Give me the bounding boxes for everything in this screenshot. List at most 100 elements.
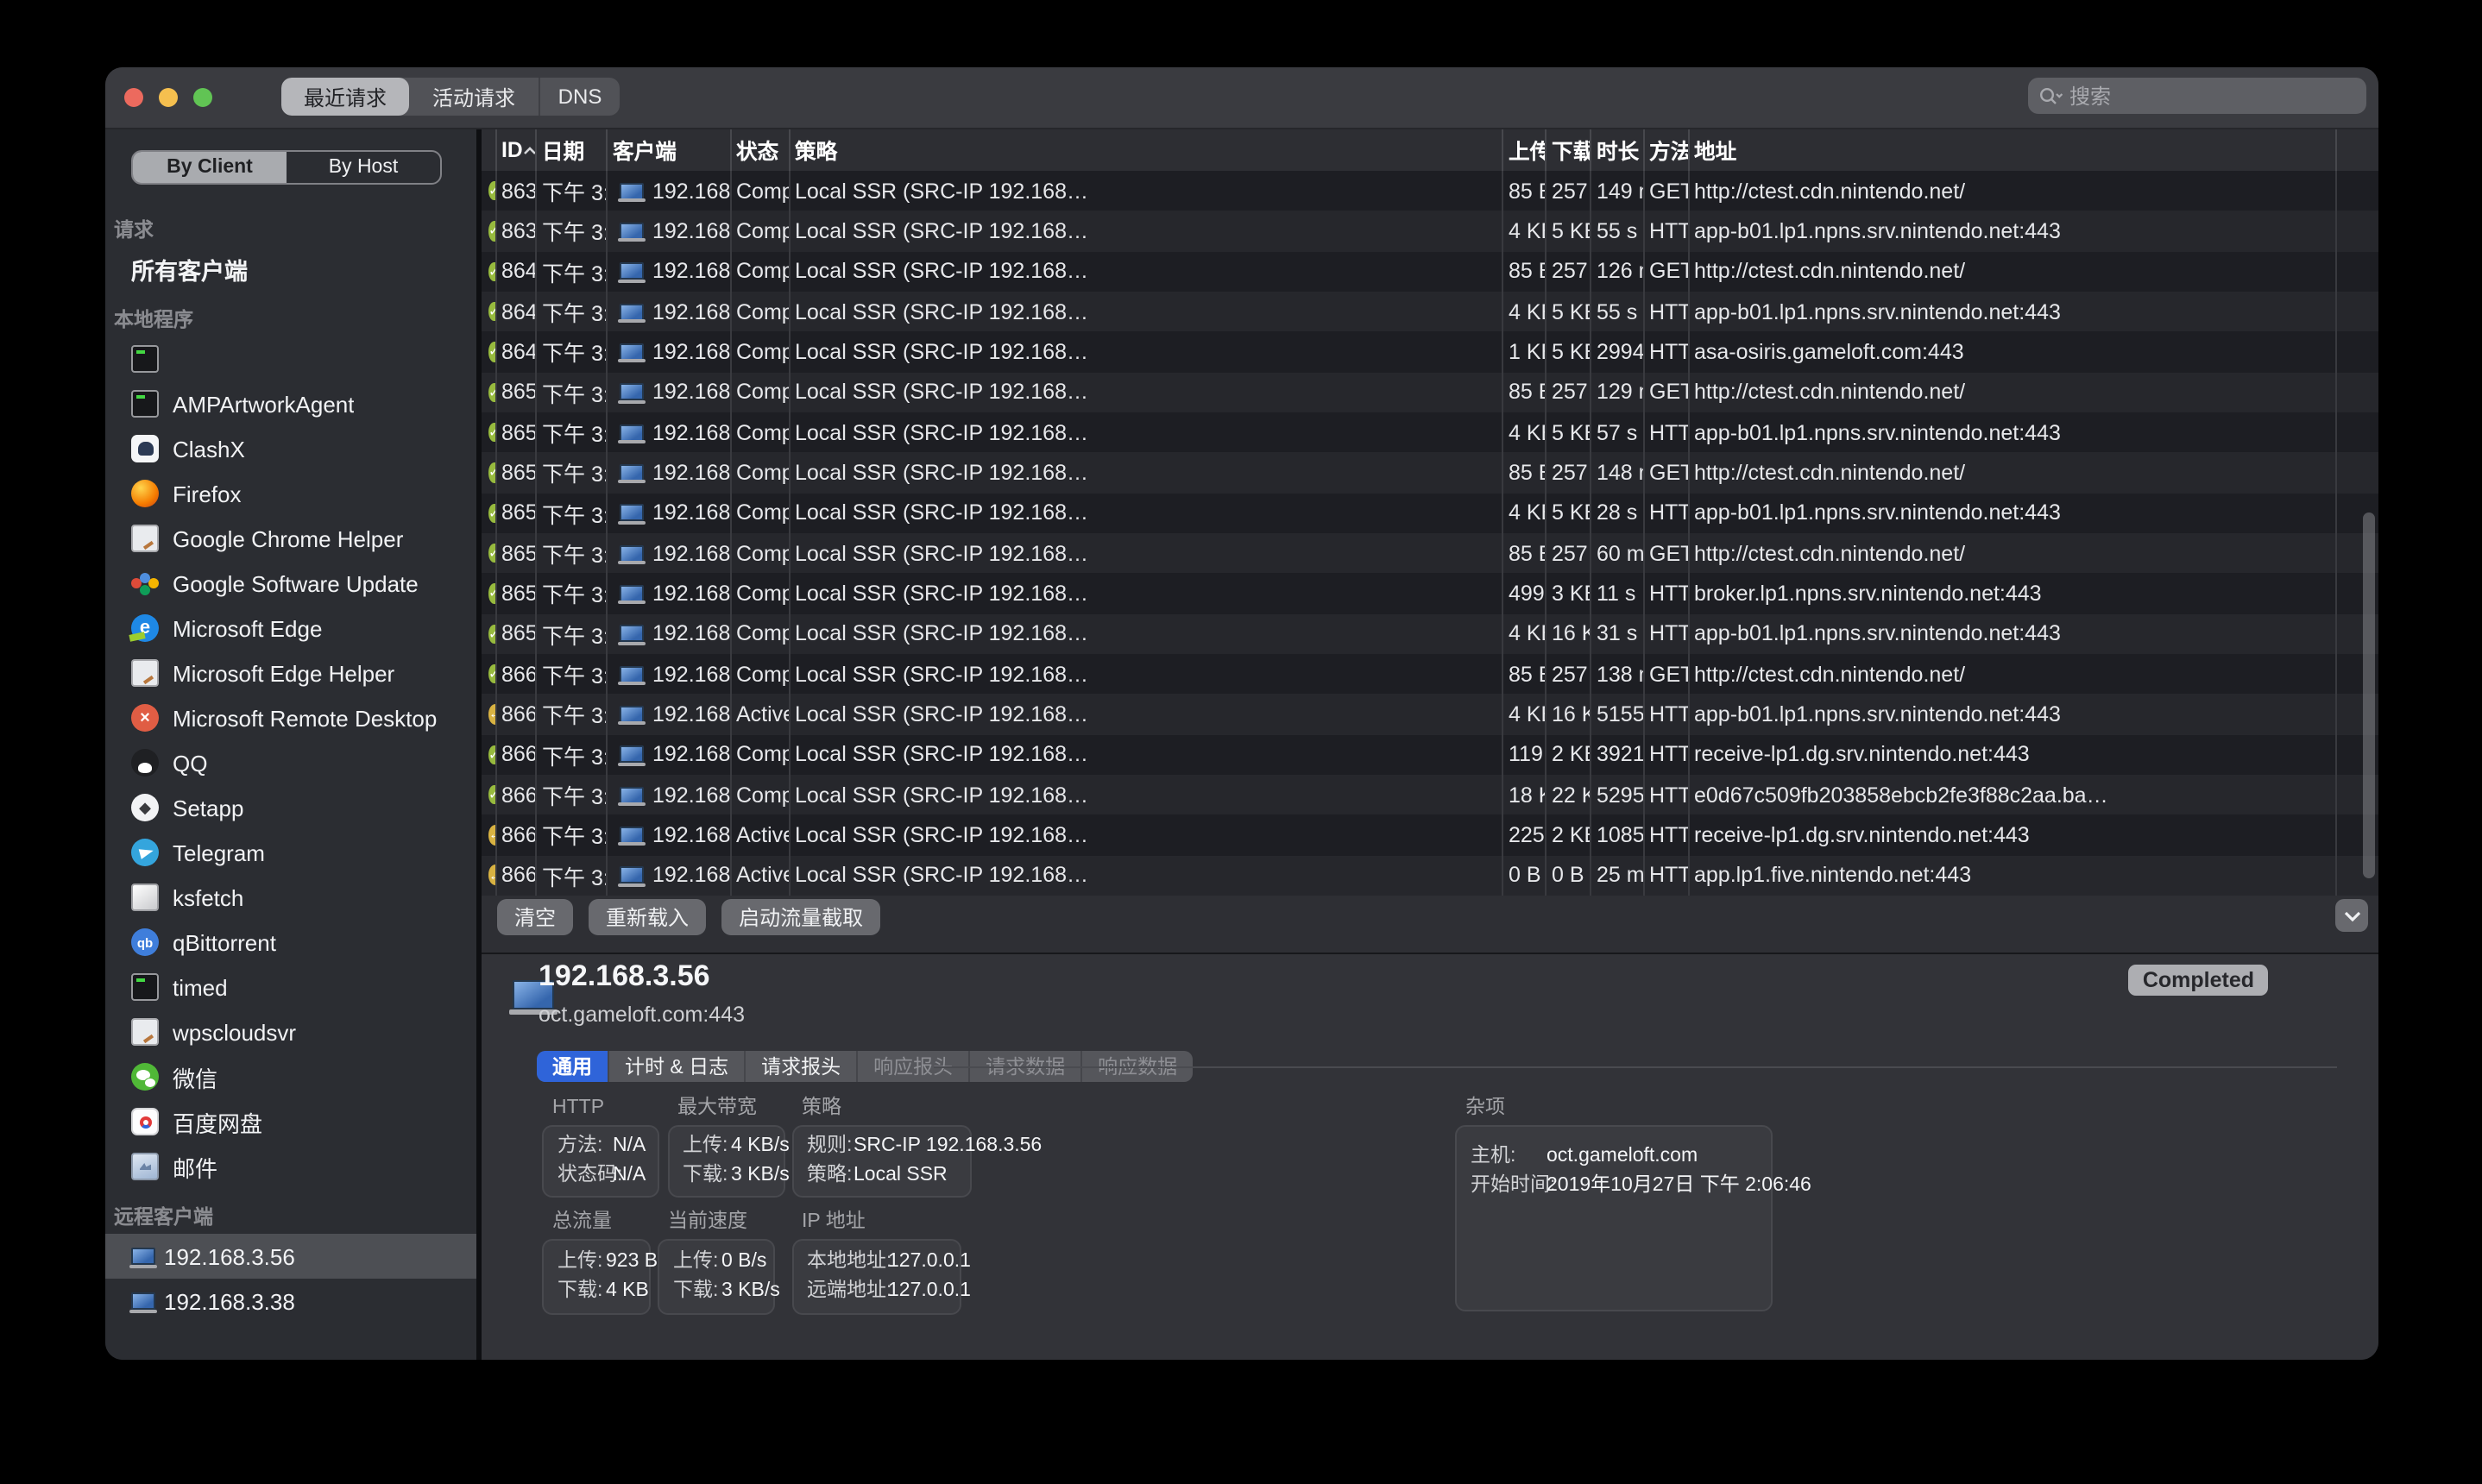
sidebar-item-qbittorrent[interactable]: qbqBittorrent xyxy=(105,920,476,965)
doc-icon xyxy=(131,525,159,552)
column-header-上传[interactable]: 上传 xyxy=(1503,129,1547,171)
sidebar-item-192.168.3.56[interactable]: 192.168.3.56 xyxy=(105,1234,476,1279)
detail-tab-通用[interactable]: 通用 xyxy=(537,1051,608,1082)
request-table: ✓86390下午 3:17:38192.168.3.56:55892Comple… xyxy=(482,171,2378,896)
sidebar-item-firefox[interactable]: Firefox xyxy=(105,471,476,516)
vertical-scrollbar[interactable] xyxy=(2363,512,2375,878)
table-row[interactable]: ✓86645下午 3:21:57192.168.3.56:46472Comple… xyxy=(482,775,2378,815)
detail-tab-请求报头[interactable]: 请求报头 xyxy=(744,1051,856,1082)
zoom-button[interactable] xyxy=(193,88,212,107)
cell-policy: Local SSR (SRC-IP 192.168… xyxy=(790,855,1503,896)
tab-recent-requests[interactable]: 最近请求 xyxy=(281,78,409,116)
field-label: 规则: xyxy=(807,1135,854,1160)
table-row[interactable]: ✓86639下午 3:21:57192.168.3.56:53070Comple… xyxy=(482,654,2378,695)
cell-method: HTTPS xyxy=(1644,734,1689,775)
status-completed-icon: ✓ xyxy=(488,221,496,241)
sidebar-item-telegram[interactable]: Telegram xyxy=(105,830,476,875)
laptop-icon xyxy=(620,182,644,199)
sidebar-item-google-software-update[interactable]: Google Software Update xyxy=(105,561,476,606)
cell-date: 下午 3:22:03 xyxy=(537,855,608,896)
sidebar-item-unnamed-process[interactable] xyxy=(105,336,476,381)
table-row[interactable]: ↔86641下午 3:21:57192.168.3.56:15306Active… xyxy=(482,695,2378,735)
sidebar-item-label: 邮件 xyxy=(173,1150,217,1183)
table-row[interactable]: ✓86390下午 3:17:38192.168.3.56:55892Comple… xyxy=(482,171,2378,211)
table-row[interactable]: ↔86651下午 3:22:02192.168.3.56:45990Active… xyxy=(482,815,2378,856)
cell-address: app-b01.lp1.npns.srv.nintendo.net:443 xyxy=(1689,695,2337,735)
column-header-日期[interactable]: 日期 xyxy=(537,129,608,171)
table-row[interactable]: ✓86461下午 3:18:39192.168.3.56:15102Comple… xyxy=(482,292,2378,332)
cell-duration: 1085 ms xyxy=(1591,815,1644,856)
sidebar-item-ampartworkagent[interactable]: AMPArtworkAgent xyxy=(105,381,476,426)
sidebar-item-google-chrome-helper[interactable]: Google Chrome Helper xyxy=(105,516,476,561)
column-header-状态[interactable]: 状态 xyxy=(731,129,790,171)
field-label: 下载: xyxy=(673,1280,721,1305)
sidebar-item-setapp[interactable]: ◆Setapp xyxy=(105,785,476,830)
table-row[interactable]: ✓86590下午 3:21:04192.168.3.56:54529Comple… xyxy=(482,533,2378,574)
column-header-客户端[interactable]: 客户端 xyxy=(608,129,731,171)
minimize-button[interactable] xyxy=(159,88,178,107)
table-row[interactable]: ✓86594下午 3:21:05192.168.3.56:36856Comple… xyxy=(482,613,2378,654)
column-header-地址[interactable]: 地址 xyxy=(1689,129,2337,171)
field-label: 下载: xyxy=(683,1164,731,1189)
clear-button[interactable]: 清空 xyxy=(497,899,573,935)
column-header-方法[interactable]: 方法 xyxy=(1644,129,1689,171)
start-capture-button[interactable]: 启动流量截取 xyxy=(721,899,880,935)
cell-client: 192.168.3.56:46472 xyxy=(608,775,731,815)
sidebar-item-microsoft-edge-helper[interactable]: Microsoft Edge Helper xyxy=(105,651,476,695)
detail-tab-计时 & 日志[interactable]: 计时 & 日志 xyxy=(608,1051,744,1082)
table-row[interactable]: ✓86591下午 3:21:04192.168.3.56:12917Comple… xyxy=(482,574,2378,614)
section-box: 方法:N/A状态码:N/A xyxy=(542,1125,658,1198)
close-button[interactable] xyxy=(124,88,143,107)
reload-button[interactable]: 重新载入 xyxy=(589,899,706,935)
sidebar-item-clashx[interactable]: ClashX xyxy=(105,426,476,471)
sidebar-item-microsoft-remote-desktop[interactable]: ×Microsoft Remote Desktop xyxy=(105,695,476,740)
sidebar-item-mail[interactable]: 邮件 xyxy=(105,1144,476,1189)
column-header-时长[interactable]: 时长 xyxy=(1591,129,1644,171)
sidebar-item-192.168.3.38[interactable]: 192.168.3.38 xyxy=(105,1279,476,1324)
sidebar-item-wechat[interactable]: 微信 xyxy=(105,1054,476,1099)
search-input[interactable]: 搜索 xyxy=(2028,78,2366,114)
sidebar-item-all-clients[interactable]: 所有客户端 xyxy=(105,247,476,292)
column-header-下载[interactable]: 下载 xyxy=(1547,129,1591,171)
cell-client: 192.168.3.56:15306 xyxy=(608,695,731,735)
sidebar-sections: 请求所有客户端本地程序AMPArtworkAgentClashXFirefoxG… xyxy=(105,202,476,1360)
tab-active-requests[interactable]: 活动请求 xyxy=(409,78,539,116)
cell-status: Active xyxy=(731,815,790,856)
table-row[interactable]: ✓86477下午 3:18:50192.168.3.56:31935Comple… xyxy=(482,332,2378,373)
sidebar-item-wpscloudsvr[interactable]: wpscloudsvr xyxy=(105,1009,476,1054)
sidebar-item-microsoft-edge[interactable]: eMicrosoft Edge xyxy=(105,606,476,651)
table-row[interactable]: ✓86512下午 3:19:34192.168.3.56:10120Comple… xyxy=(482,372,2378,412)
table-row[interactable]: ↔86653下午 3:22:03192.168.3.56:47081Active… xyxy=(482,855,2378,896)
column-header-策略[interactable]: 策略 xyxy=(790,129,1503,171)
cell-status-icon: ✓ xyxy=(482,251,496,292)
cell-download: 16 KB xyxy=(1547,613,1591,654)
sidebar-item-qq[interactable]: QQ xyxy=(105,740,476,785)
cell-duration: 2994 ms xyxy=(1591,332,1644,373)
sidebar-item-timed[interactable]: timed xyxy=(105,965,476,1009)
sidebar-item-ksfetch[interactable]: ksfetch xyxy=(105,875,476,920)
field-value: 3 KB/s xyxy=(721,1280,780,1305)
table-row[interactable]: ✓86515下午 3:19:37192.168.3.56:45308Comple… xyxy=(482,412,2378,453)
cell-policy: Local SSR (SRC-IP 192.168… xyxy=(790,695,1503,735)
column-header-status[interactable] xyxy=(482,129,496,171)
column-header-ID[interactable]: ID xyxy=(496,129,537,171)
collapse-detail-button[interactable] xyxy=(2335,899,2368,932)
cell-client: 192.168.3.56:45308 xyxy=(608,412,731,453)
key-value-row: 方法:N/A xyxy=(558,1135,643,1160)
cell-duration: 31 s xyxy=(1591,613,1644,654)
sidebar-item-baidu-netdisk[interactable]: 百度网盘 xyxy=(105,1099,476,1144)
table-row[interactable]: ✓86643下午 3:21:57192.168.3.56:35750Comple… xyxy=(482,734,2378,775)
table-row[interactable]: ✓86566下午 3:20:37192.168.3.56:62499Comple… xyxy=(482,493,2378,533)
table-row[interactable]: ✓86395下午 3:17:41192.168.3.56:33401Comple… xyxy=(482,211,2378,252)
field-value: N/A xyxy=(613,1135,646,1160)
table-row[interactable]: ✓86452下午 3:18:36192.168.3.56:52699Comple… xyxy=(482,251,2378,292)
status-completed-icon: ✓ xyxy=(488,181,496,201)
table-row[interactable]: ✓86561下午 3:20:34192.168.3.56:49820Comple… xyxy=(482,453,2378,494)
by-host-segment[interactable]: By Host xyxy=(287,152,440,183)
cell-status-icon: ✓ xyxy=(482,453,496,494)
tab-dns[interactable]: DNS xyxy=(539,78,620,116)
by-client-segment[interactable]: By Client xyxy=(133,152,287,183)
section-box: 上传:4 KB/s下载:3 KB/s xyxy=(667,1125,785,1198)
cell-date: 下午 3:18:39 xyxy=(537,292,608,332)
cell-download: 0 B xyxy=(1547,855,1591,896)
